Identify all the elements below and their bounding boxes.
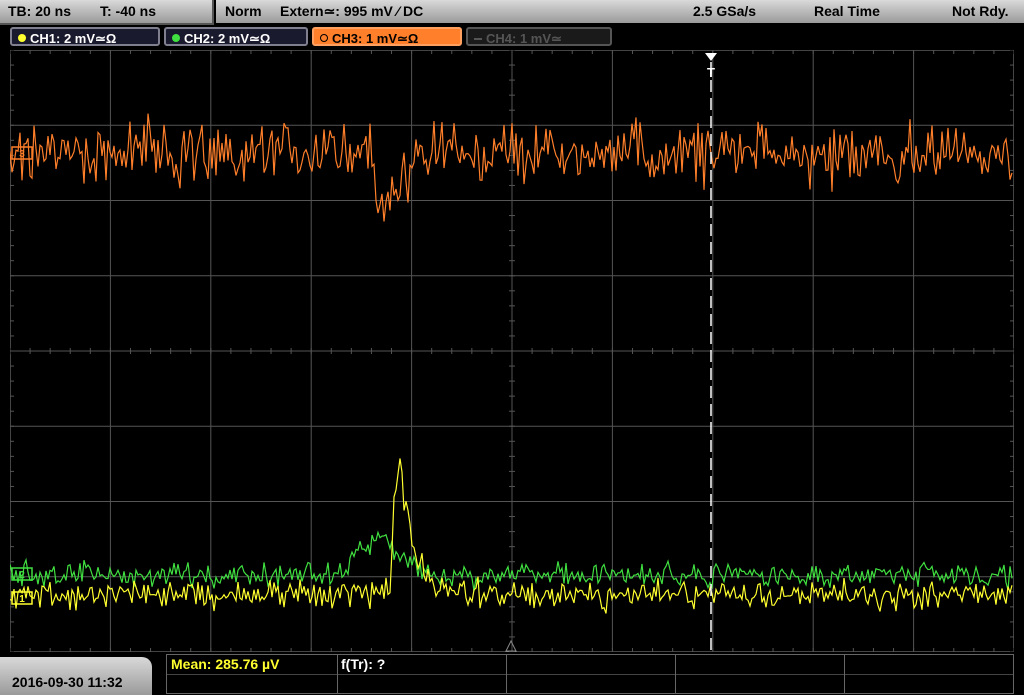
channel-4-dash-icon [474,38,482,40]
channel-3-button[interactable]: CH3: 1 mV≃Ω [312,27,462,46]
mean-measurement[interactable]: Mean: 285.76 µV [171,656,279,672]
svg-text:2: 2 [19,570,25,581]
timebase-label[interactable]: TB: 20 ns [8,3,71,19]
acquisition-mode-label[interactable]: Real Time [814,3,880,19]
measurement-bar: 2016-09-30 11:32 Mean: 285.76 µV f(Tr): … [0,653,1024,695]
channel-4-button[interactable]: CH4: 1 mV≃ [466,27,612,46]
measurement-divider [844,655,845,693]
channel-4-label: CH4: 1 mV≃ [486,31,562,46]
channel-1-label: CH1: 2 mV≃Ω [30,31,117,46]
svg-text:3: 3 [19,149,25,160]
channel-2-button[interactable]: CH2: 2 mV≃Ω [164,27,308,46]
datetime-label: 2016-09-30 11:32 [12,674,123,690]
channel-1-button[interactable]: CH1: 2 mV≃Ω [10,27,160,46]
frequency-measurement[interactable]: f(Tr): ? [341,656,385,672]
measurement-divider [506,655,507,693]
status-bar: TB: 20 ns T: -40 ns Norm Extern≃: 995 mV… [0,0,1024,25]
trigger-mode-label[interactable]: Norm [225,3,262,19]
channel-2-dot-icon [172,34,180,42]
waveform-display[interactable]: T 3 2 1 [10,50,1014,652]
acquisition-panel: Norm Extern≃: 995 mV ⁄ DC 2.5 GSa/s Real… [216,0,1024,23]
status-label: Not Rdy. [952,3,1009,19]
svg-text:1: 1 [19,594,25,605]
trigger-marker: T [707,65,715,80]
measurement-divider [337,655,338,693]
timebase-panel[interactable]: TB: 20 ns T: -40 ns [0,0,214,25]
channel-3-dot-icon [320,34,328,42]
channel-1-dot-icon [18,34,26,42]
channel-bar: CH1: 2 mV≃Ω CH2: 2 mV≃Ω CH3: 1 mV≃Ω CH4:… [0,25,1024,49]
channel-2-label: CH2: 2 mV≃Ω [184,31,271,46]
trigger-position-label[interactable]: T: -40 ns [100,3,156,19]
trigger-source-label[interactable]: Extern≃: 995 mV ⁄ DC [280,3,423,20]
measurement-table[interactable]: Mean: 285.76 µV f(Tr): ? [166,654,1014,694]
datetime-panel[interactable]: 2016-09-30 11:32 [0,657,152,695]
measurement-divider [675,655,676,693]
measurement-divider [167,674,1013,675]
sample-rate-label[interactable]: 2.5 GSa/s [693,3,756,19]
channel-3-label: CH3: 1 mV≃Ω [332,31,419,46]
